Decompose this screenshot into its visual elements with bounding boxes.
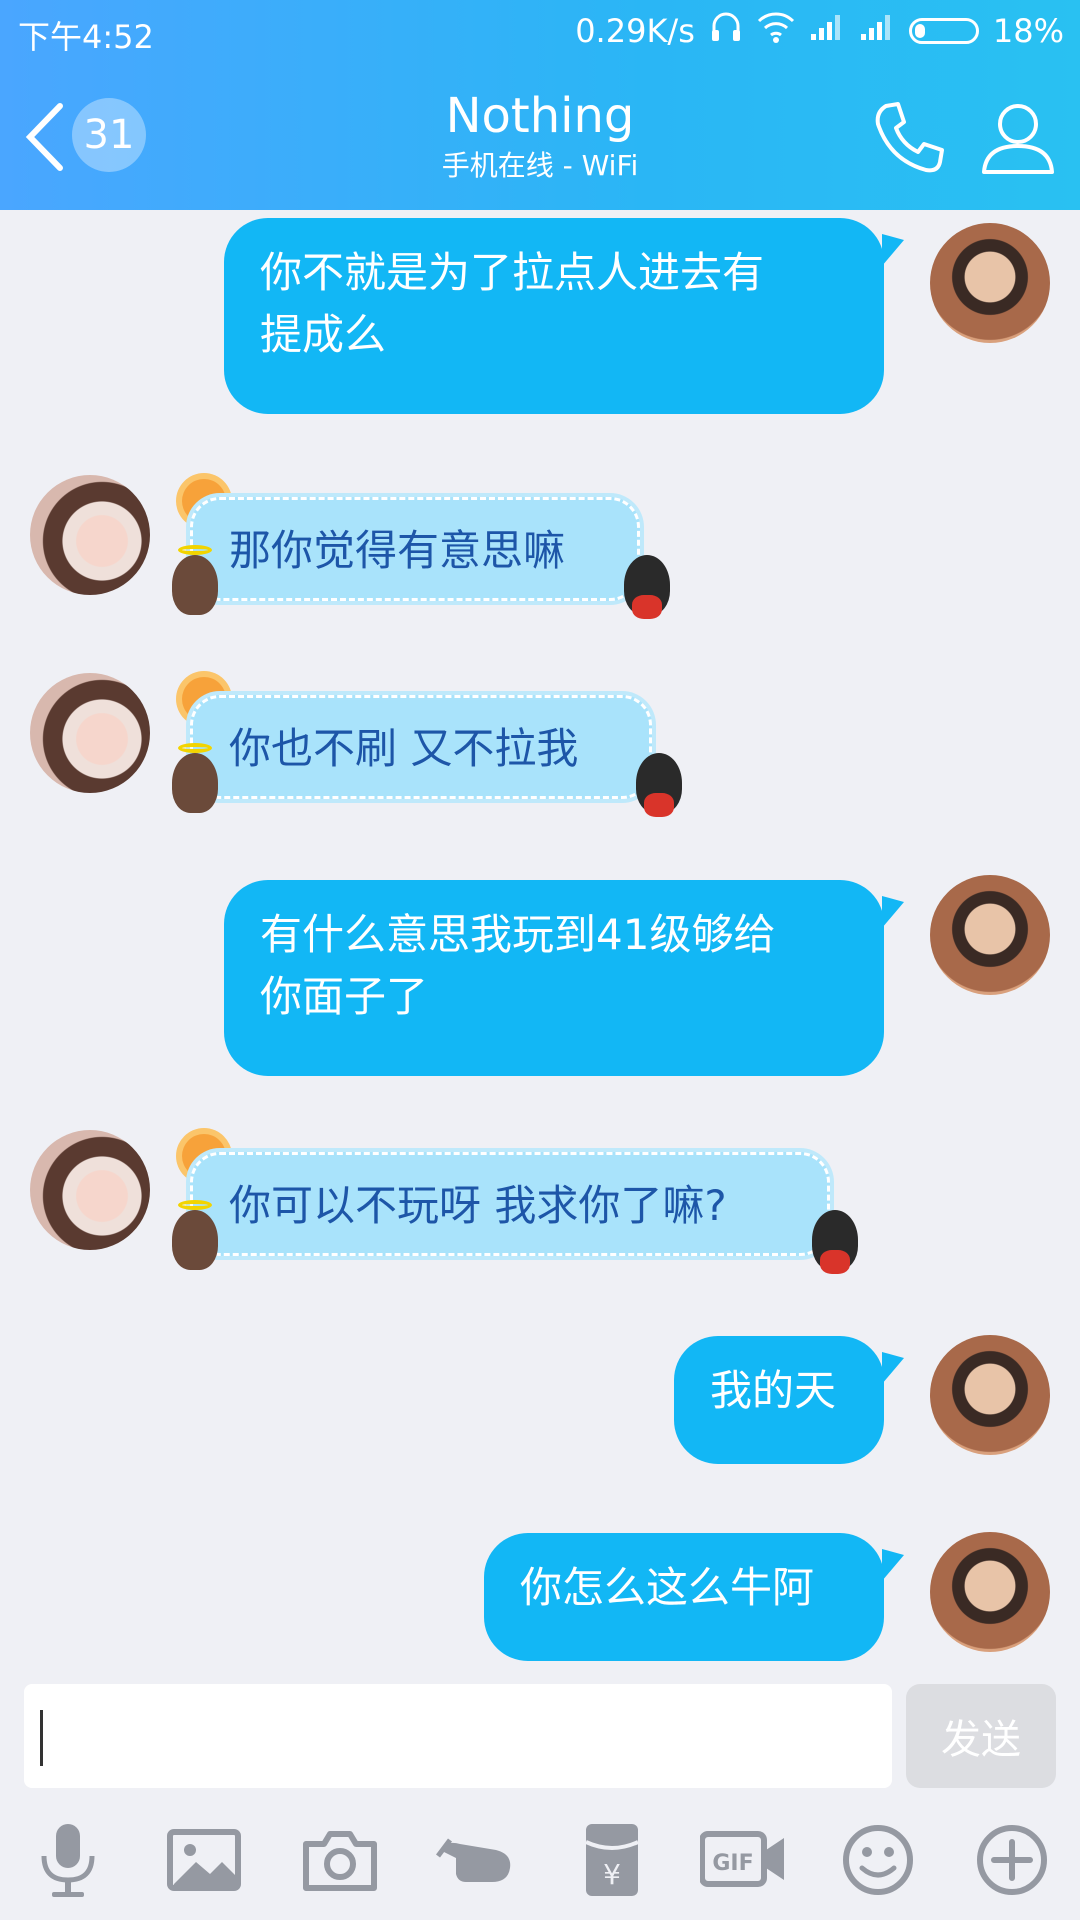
message-bubble-incoming[interactable]: 你也不刷 又不拉我 <box>190 695 652 799</box>
battery-icon <box>908 18 979 44</box>
message-list[interactable]: 你不就是为了拉点人进去有 提成么 那你觉得有意思嘛 你也不刷 又不拉我 有什么意… <box>0 210 1080 1670</box>
message-line: 提成么 <box>260 310 387 359</box>
red-packet-icon[interactable]: ¥ <box>572 1820 652 1900</box>
my-avatar[interactable] <box>930 875 1050 995</box>
message-line: 你可以不玩呀 我求你了嘛? <box>229 1181 727 1230</box>
svg-text:GIF: GIF <box>712 1851 753 1876</box>
my-avatar[interactable] <box>930 1532 1050 1652</box>
message-row-outgoing: 我的天 <box>0 1330 1080 1470</box>
message-bubble-outgoing[interactable]: 我的天 <box>674 1336 904 1464</box>
devil-sticker-icon <box>624 555 670 619</box>
message-row-outgoing: 你怎么这么牛阿 <box>0 1527 1080 1667</box>
phone-call-button[interactable] <box>868 96 952 180</box>
input-toolbar: ¥ GIF <box>0 1820 1080 1920</box>
message-row-incoming: 你也不刷 又不拉我 <box>0 673 1080 823</box>
message-line: 你不就是为了拉点人进去有 <box>260 248 765 297</box>
svg-text:¥: ¥ <box>603 1858 621 1891</box>
message-row-outgoing: 有什么意思我玩到41级够给 你面子了 <box>0 870 1080 1076</box>
poke-icon[interactable] <box>436 1820 516 1900</box>
message-bubble-outgoing[interactable]: 你怎么这么牛阿 <box>484 1533 904 1661</box>
person-icon <box>982 104 1054 174</box>
status-icons: 0.29K/s 18% <box>575 10 1064 52</box>
message-line: 我的天 <box>710 1366 837 1415</box>
message-row-incoming: 你可以不玩呀 我求你了嘛? <box>0 1130 1080 1280</box>
angel-sticker-icon <box>172 743 218 813</box>
angel-sticker-icon <box>172 1200 218 1270</box>
gif-icon[interactable]: GIF <box>699 1820 786 1900</box>
message-bubble-outgoing[interactable]: 你不就是为了拉点人进去有 提成么 <box>224 218 904 414</box>
input-bar: 发送 ¥ GIF <box>0 1670 1080 1920</box>
angel-sticker-icon <box>172 545 218 615</box>
network-speed: 0.29K/s <box>575 12 695 50</box>
contact-avatar[interactable] <box>30 475 150 595</box>
message-line: 你也不刷 又不拉我 <box>229 724 579 773</box>
plus-icon[interactable] <box>972 1820 1052 1900</box>
profile-button[interactable] <box>976 96 1060 180</box>
my-avatar[interactable] <box>930 1335 1050 1455</box>
message-line: 有什么意思我玩到41级够给 <box>260 910 776 959</box>
message-row-outgoing: 你不就是为了拉点人进去有 提成么 <box>0 218 1080 418</box>
contact-avatar[interactable] <box>30 1130 150 1250</box>
chat-header: 下午4:52 0.29K/s 18% 31 Nothing 手机在线 - WiF… <box>0 0 1080 210</box>
message-bubble-incoming[interactable]: 你可以不玩呀 我求你了嘛? <box>190 1152 830 1256</box>
message-row-incoming: 那你觉得有意思嘛 <box>0 475 1080 625</box>
image-icon[interactable] <box>164 1820 244 1900</box>
message-bubble-incoming[interactable]: 那你觉得有意思嘛 <box>190 497 640 601</box>
my-avatar[interactable] <box>930 223 1050 343</box>
status-bar: 下午4:52 0.29K/s 18% <box>0 0 1080 62</box>
camera-icon[interactable] <box>300 1820 380 1900</box>
send-button[interactable]: 发送 <box>906 1684 1056 1788</box>
message-bubble-outgoing[interactable]: 有什么意思我玩到41级够给 你面子了 <box>224 880 904 1076</box>
emoji-icon[interactable] <box>838 1820 918 1900</box>
signal-icon-2 <box>859 12 895 50</box>
phone-icon <box>875 102 944 173</box>
devil-sticker-icon <box>812 1210 858 1274</box>
headphone-icon <box>709 10 743 52</box>
message-line: 你怎么这么牛阿 <box>520 1563 815 1612</box>
contact-avatar[interactable] <box>30 673 150 793</box>
status-time: 下午4:52 <box>18 18 154 56</box>
devil-sticker-icon <box>636 753 682 817</box>
wifi-icon <box>757 11 795 51</box>
message-line: 那你觉得有意思嘛 <box>229 526 566 575</box>
signal-icon <box>809 12 845 50</box>
microphone-icon[interactable] <box>28 1820 108 1900</box>
message-line: 你面子了 <box>260 972 429 1021</box>
battery-percent: 18% <box>992 12 1064 50</box>
text-caret <box>40 1710 43 1766</box>
message-input[interactable] <box>24 1684 892 1788</box>
